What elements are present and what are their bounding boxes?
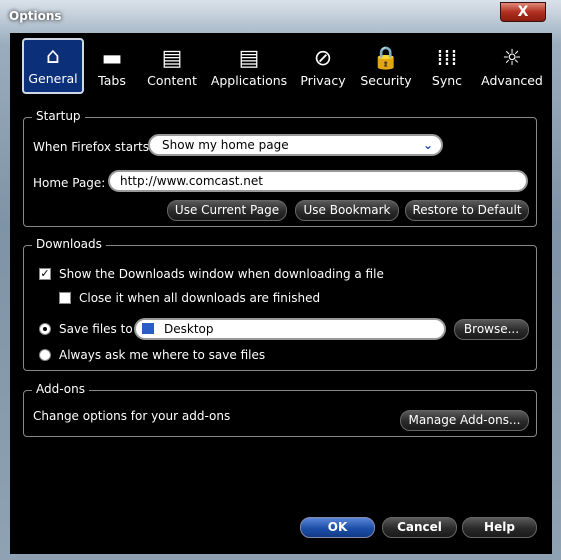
tab-label: Advanced [481,73,543,88]
save-files-radio[interactable] [39,323,51,335]
close-it-label: Close it when all downloads are finished [79,291,321,305]
cancel-button[interactable]: Cancel [382,517,457,538]
desktop-icon [142,323,154,334]
tab-label: Security [360,73,412,88]
tab-content[interactable]: ▤ Content [140,38,204,94]
tab-label: Privacy [300,73,346,88]
downloads-group: Downloads ✓ Show the Downloads window wh… [23,237,537,371]
tab-label: Applications [210,73,288,88]
downloads-legend: Downloads [32,237,106,251]
privacy-icon: ⊘ [313,46,333,71]
chevron-down-icon: ⌄ [422,138,433,152]
when-starts-select[interactable]: Show my home page ⌄ [148,134,443,156]
browse-button[interactable]: Browse... [454,319,529,340]
tab-advanced[interactable]: ☼ Advanced [474,38,550,94]
home-page-input[interactable]: http://www.comcast.net [108,170,528,192]
close-button[interactable]: X [500,2,546,22]
tab-label: Content [147,73,197,88]
addons-legend: Add-ons [32,382,89,396]
category-toolbar: ⌂ General ▬ Tabs ▤ Content ▤ Applications ⊘ P… [10,33,552,97]
show-downloads-checkbox[interactable]: ✓ [39,268,51,280]
help-button[interactable]: Help [462,517,537,538]
when-starts-value: Show my home page [162,138,289,152]
options-dialog: ⌂ General ▬ Tabs ▤ Content ▤ Applications ⊘ P… [10,33,552,554]
tab-label: Sync [431,73,463,88]
when-starts-label: When Firefox starts: [33,140,154,154]
save-location-field[interactable]: Desktop [134,318,446,340]
gear-icon: ☼ [502,46,522,71]
always-ask-radio[interactable] [39,349,51,361]
content-icon: ▤ [161,46,183,71]
applications-icon: ▤ [238,46,260,71]
manage-addons-button[interactable]: Manage Add-ons... [400,410,529,431]
addons-group: Add-ons Change options for your add-ons … [23,382,537,437]
tab-tabs[interactable]: ▬ Tabs [84,38,140,94]
show-downloads-label: Show the Downloads window when downloadi… [59,267,384,281]
window-title: Options [9,9,62,23]
tab-general[interactable]: ⌂ General [22,38,84,94]
tab-sync[interactable]: ⁞⁞⁞ Sync [420,38,474,94]
sync-icon: ⁞⁞⁞ [436,46,458,71]
tab-applications[interactable]: ▤ Applications [204,38,294,94]
home-page-label: Home Page: [33,176,106,190]
use-current-page-button[interactable]: Use Current Page [167,200,287,221]
tab-privacy[interactable]: ⊘ Privacy [294,38,352,94]
save-files-label: Save files to [59,322,133,336]
tab-label: Tabs [98,73,126,88]
use-bookmark-button[interactable]: Use Bookmark [295,200,399,221]
addons-description: Change options for your add-ons [33,409,231,423]
startup-group: Startup When Firefox starts: Show my hom… [23,109,537,227]
home-icon: ⌂ [46,44,60,69]
startup-legend: Startup [32,109,85,123]
tab-security[interactable]: 🔒 Security [352,38,420,94]
always-ask-label: Always ask me where to save files [59,348,266,362]
window-frame: Options X ⌂ General ▬ Tabs ▤ Content ▤ Appli… [0,0,561,560]
restore-default-button[interactable]: Restore to Default [405,200,529,221]
tabs-icon: ▬ [101,46,123,71]
ok-button[interactable]: OK [300,517,375,538]
tab-label: General [28,71,78,86]
close-it-checkbox[interactable] [59,292,71,304]
save-location-value: Desktop [164,322,214,336]
lock-icon: 🔒 [372,46,400,71]
